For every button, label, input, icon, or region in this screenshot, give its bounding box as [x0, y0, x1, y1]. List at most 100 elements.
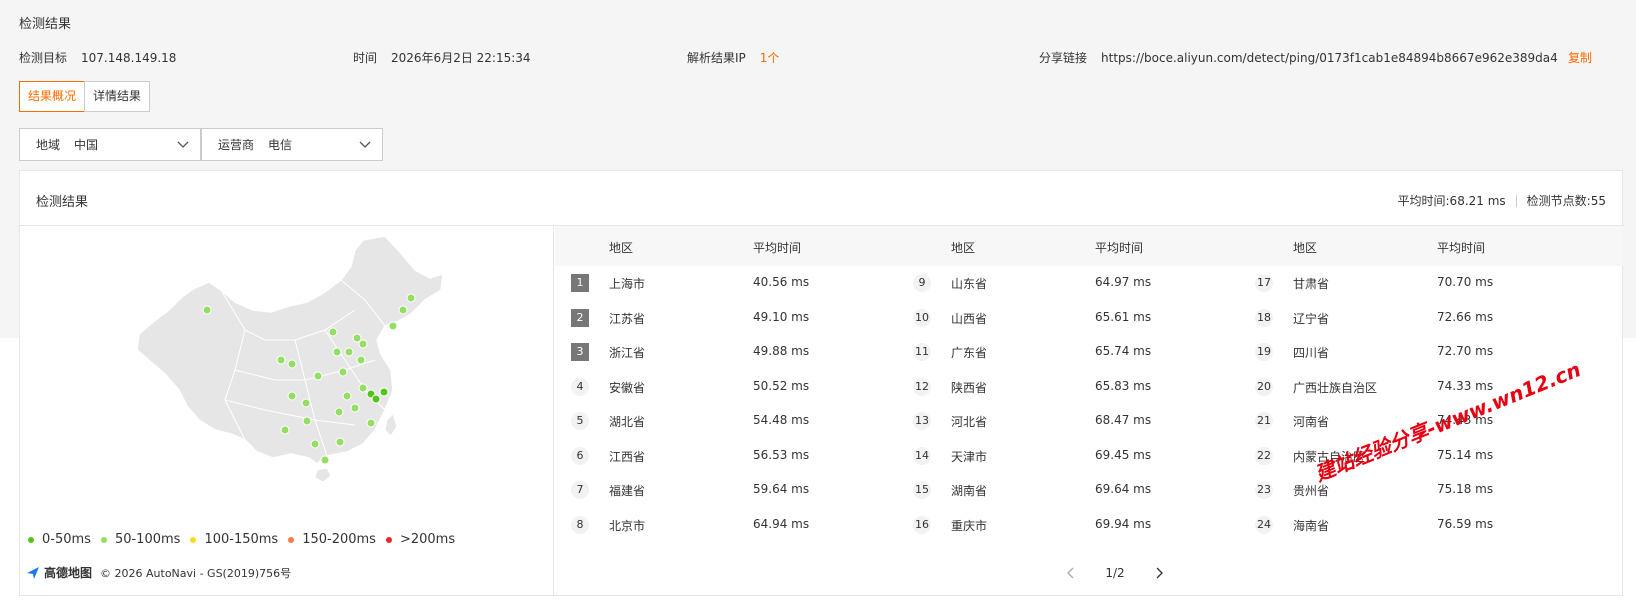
rank-badge: 5 — [571, 412, 589, 430]
legend-dot — [28, 536, 34, 543]
node-count-stat: 检测节点数:55 — [1526, 194, 1606, 208]
china-map-area: 0-50ms 50-100ms 100-150ms 150-200ms >200… — [20, 226, 554, 596]
rank-badge: 1 — [571, 274, 589, 292]
legend-item[interactable]: 100-150ms — [190, 532, 278, 547]
node-dot — [388, 321, 398, 331]
rank-badge: 15 — [913, 481, 931, 499]
pagination: 1/2 — [1065, 566, 1165, 580]
time-cell: 65.83 ms — [1095, 378, 1152, 393]
rank-badge: 10 — [913, 308, 931, 327]
node-dot — [328, 327, 338, 337]
node-dot — [310, 439, 320, 449]
isp-select[interactable]: 运营商 电信 — [201, 128, 383, 161]
tab-overview[interactable]: 结果概况 — [19, 81, 86, 112]
region-cell: 湖北省 — [609, 415, 646, 429]
col-header-time: 平均时间 — [753, 241, 802, 255]
isp-select-label: 运营商 — [218, 138, 255, 152]
legend-item[interactable]: 50-100ms — [100, 532, 181, 547]
node-dot — [313, 371, 323, 381]
region-cell: 山西省 — [951, 311, 988, 326]
time-cell: 65.61 ms — [1095, 309, 1152, 324]
region-cell: 广东省 — [951, 346, 988, 360]
node-dot — [302, 416, 312, 426]
time-cell: 59.64 ms — [753, 482, 810, 496]
china-map[interactable] — [95, 230, 465, 490]
ip-info: 解析结果IP 1个 — [687, 49, 779, 66]
prev-page-icon[interactable] — [1065, 567, 1077, 579]
region-cell: 河南省 — [1293, 415, 1330, 429]
region-cell: 辽宁省 — [1293, 311, 1330, 326]
legend-dot — [288, 536, 295, 543]
legend-dot — [190, 536, 197, 543]
region-cell: 安徽省 — [609, 380, 646, 395]
summary-stats: 平均时间:68.21 ms 检测节点数:55 — [1398, 192, 1606, 209]
time-cell: 56.53 ms — [753, 447, 810, 462]
result-tabs: 结果概况 详情结果 — [19, 81, 151, 112]
chevron-down-icon — [359, 141, 371, 148]
panel-title: 检测结果 — [36, 195, 89, 210]
next-page-icon[interactable] — [1153, 567, 1165, 579]
hainan-island — [314, 467, 332, 483]
col-header-region: 地区 — [609, 241, 634, 255]
legend-item[interactable]: 0-50ms — [28, 532, 91, 547]
time-cell: 64.94 ms — [753, 516, 810, 531]
share-url[interactable]: https://boce.aliyun.com/detect/ping/0173… — [1101, 51, 1558, 65]
rank-badge: 3 — [571, 343, 589, 361]
tab-details[interactable]: 详情结果 — [84, 81, 151, 112]
share-info: 分享链接 https://boce.aliyun.com/detect/ping/… — [1039, 49, 1558, 66]
rank-badge: 21 — [1255, 412, 1273, 430]
rank-badge: 6 — [571, 446, 589, 465]
legend-item[interactable]: >200ms — [385, 532, 455, 547]
amap-logo-icon — [27, 566, 39, 579]
region-select-label: 地域 — [36, 138, 61, 152]
rank-badge: 18 — [1255, 308, 1273, 327]
legend-dot — [385, 536, 392, 543]
region-select[interactable]: 地域 中国 — [19, 128, 201, 161]
result-panel: 检测结果 平均时间:68.21 ms 检测节点数:55 0-50ms 50-10… — [19, 170, 1624, 596]
node-dot — [371, 394, 381, 404]
legend-label: 0-50ms — [42, 532, 91, 547]
region-cell: 湖南省 — [951, 484, 988, 498]
col-header-time: 平均时间 — [1437, 241, 1486, 255]
region-cell: 浙江省 — [609, 346, 646, 360]
node-dot — [350, 403, 360, 413]
rank-badge: 8 — [571, 515, 589, 534]
rank-badge: 7 — [571, 481, 589, 499]
region-cell: 上海市 — [609, 277, 646, 291]
node-dot — [332, 347, 342, 357]
ip-count-link[interactable]: 1个 — [760, 51, 780, 65]
page-title: 检测结果 — [19, 17, 72, 32]
region-cell: 江西省 — [609, 449, 646, 464]
legend-label: 50-100ms — [114, 532, 181, 547]
time-cell: 65.74 ms — [1095, 344, 1152, 358]
node-dot — [356, 355, 366, 365]
rank-badge: 13 — [913, 412, 931, 430]
legend-label: 100-150ms — [204, 532, 279, 547]
region-cell: 海南省 — [1293, 518, 1330, 533]
node-dot — [335, 437, 345, 447]
time-cell: 50.52 ms — [753, 378, 810, 393]
rank-badge: 11 — [913, 343, 931, 361]
table-header: 地区 平均时间 地区 平均时间 地区 平均时间 — [555, 226, 1623, 266]
node-dot — [287, 391, 297, 401]
time-cell: 72.70 ms — [1437, 344, 1494, 358]
rank-badge: 2 — [571, 308, 589, 327]
time-value: 2026年6月2日 22:15:34 — [391, 51, 531, 65]
time-cell: 40.56 ms — [753, 275, 810, 289]
taiwan-island — [384, 413, 398, 437]
chevron-down-icon — [177, 141, 189, 148]
region-cell: 广西壮族自治区 — [1293, 380, 1378, 395]
time-cell: 54.48 ms — [753, 413, 810, 427]
copy-button[interactable]: 复制 — [1568, 49, 1592, 66]
rank-badge: 14 — [913, 446, 931, 465]
rank-badge: 4 — [571, 377, 589, 396]
map-copyright: © 2026 AutoNavi - GS(2019)756号 — [100, 566, 292, 580]
node-dot — [320, 455, 330, 465]
target-info: 检测目标 107.148.149.18 — [19, 49, 176, 66]
rank-badge: 16 — [913, 515, 931, 534]
node-dot — [398, 305, 408, 315]
time-cell: 64.97 ms — [1095, 275, 1152, 289]
node-dot — [366, 418, 376, 428]
china-outline — [136, 235, 444, 465]
legend-item[interactable]: 150-200ms — [288, 532, 376, 547]
